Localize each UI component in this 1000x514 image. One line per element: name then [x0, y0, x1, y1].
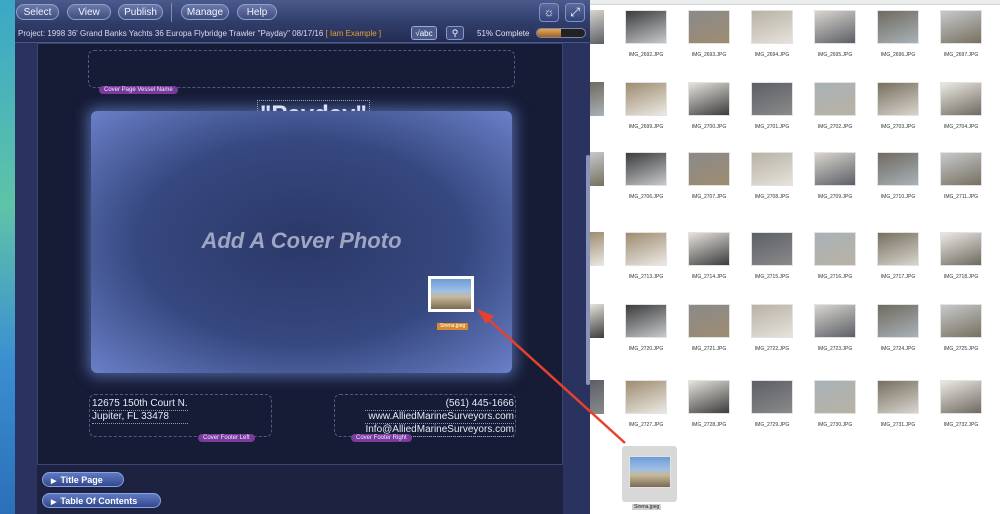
annotation-arrow [477, 309, 626, 444]
